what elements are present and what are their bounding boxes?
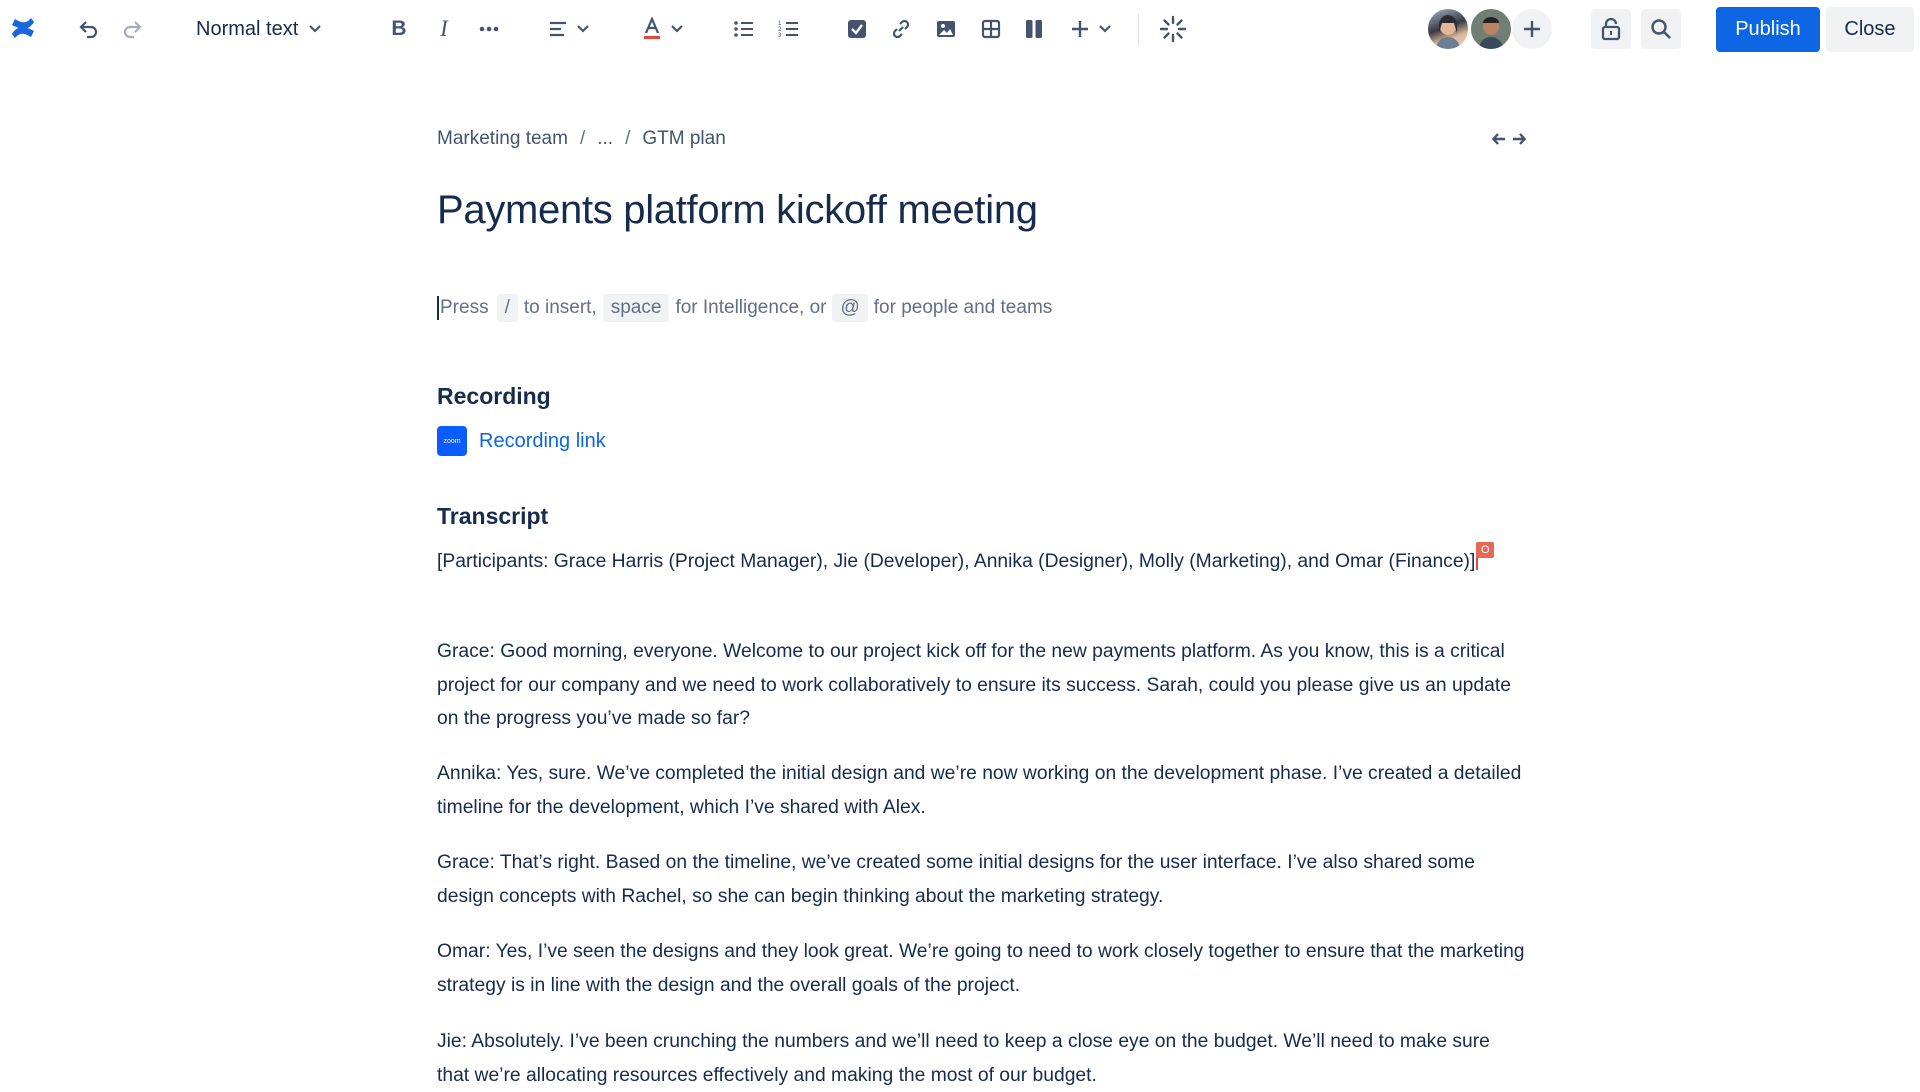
transcript-paragraph[interactable]: Grace: That’s right. Based on the timeli…: [437, 846, 1527, 913]
restrictions-button[interactable]: [1591, 9, 1631, 49]
action-item-icon[interactable]: [839, 11, 875, 47]
chevron-down-icon: [309, 25, 322, 33]
toolbar-divider: [1138, 14, 1139, 44]
at-key-hint: @: [832, 294, 868, 322]
insert-dropdown[interactable]: [1064, 11, 1118, 47]
table-icon[interactable]: [973, 11, 1009, 47]
expand-width-icon[interactable]: [1491, 131, 1527, 152]
text-style-dropdown[interactable]: Normal text: [188, 11, 330, 47]
transcript-paragraph[interactable]: Jie: Absolutely. I’ve been crunching the…: [437, 1025, 1527, 1092]
close-button[interactable]: Close: [1826, 7, 1914, 52]
alignment-dropdown[interactable]: [544, 11, 594, 47]
space-key-hint: space: [602, 294, 670, 322]
breadcrumb-item-collapsed[interactable]: ...: [597, 128, 613, 150]
text-style-label: Normal text: [196, 17, 299, 40]
link-icon[interactable]: [883, 11, 919, 47]
transcript-paragraph[interactable]: [Participants: Grace Harris (Project Man…: [437, 542, 1527, 579]
text-color-dropdown[interactable]: [638, 11, 688, 47]
ai-sparkle-icon[interactable]: [1155, 11, 1191, 47]
transcript-paragraph[interactable]: Grace: Good morning, everyone. Welcome t…: [437, 635, 1527, 736]
transcript-paragraph[interactable]: Annika: Yes, sure. We’ve completed the i…: [437, 757, 1527, 824]
more-formatting-icon[interactable]: [471, 11, 507, 47]
undo-icon[interactable]: [70, 11, 106, 47]
breadcrumb-item-marketing-team[interactable]: Marketing team: [437, 128, 568, 150]
page-title[interactable]: Payments platform kickoff meeting: [437, 188, 1038, 233]
recording-heading[interactable]: Recording: [437, 383, 551, 410]
layouts-icon[interactable]: [1016, 11, 1052, 47]
editor-toolbar: Normal text B I 123 Publish Close: [0, 0, 1920, 58]
transcript-heading[interactable]: Transcript: [437, 503, 548, 530]
search-icon: [1651, 19, 1671, 39]
align-left-icon: [550, 21, 566, 37]
collaborator-cursor: O: [1476, 542, 1495, 570]
search-button[interactable]: [1641, 9, 1681, 49]
confluence-logo-icon[interactable]: [8, 13, 38, 43]
breadcrumb: Marketing team / ... / GTM plan: [437, 128, 726, 150]
placeholder-text: for people and teams: [873, 297, 1053, 318]
text-color-icon: [644, 17, 660, 39]
collaborator-avatar[interactable]: [1426, 7, 1470, 51]
image-icon[interactable]: [928, 11, 964, 47]
plus-icon: [1072, 21, 1088, 37]
transcript-paragraph[interactable]: Omar: Yes, I’ve seen the designs and the…: [437, 935, 1527, 1002]
participants-text: [Participants: Grace Harris (Project Man…: [437, 551, 1476, 572]
collaborator-cursor-label: O: [1476, 542, 1495, 558]
bold-icon[interactable]: B: [381, 11, 417, 47]
chevron-down-icon: [1099, 25, 1111, 33]
chevron-down-icon: [671, 25, 683, 33]
redo-icon[interactable]: [115, 11, 151, 47]
invite-collaborator-button[interactable]: [1512, 9, 1552, 49]
breadcrumb-separator: /: [625, 128, 631, 149]
italic-icon[interactable]: I: [426, 11, 462, 47]
text-cursor: [437, 296, 439, 320]
breadcrumb-item-gtm-plan[interactable]: GTM plan: [642, 128, 725, 150]
placeholder-text: to insert,: [523, 297, 597, 318]
zoom-icon: zoom: [437, 426, 467, 456]
editor-placeholder[interactable]: Press / to insert, space for Intelligenc…: [437, 294, 1052, 322]
breadcrumb-separator: /: [579, 128, 586, 149]
plus-icon: [1524, 21, 1540, 37]
slash-key-hint: /: [496, 294, 518, 322]
collaborator-avatar[interactable]: [1469, 7, 1513, 51]
numbered-list-icon[interactable]: 123: [771, 11, 807, 47]
recording-link-card[interactable]: zoom Recording link: [437, 426, 606, 456]
chevron-down-icon: [577, 25, 589, 33]
recording-link[interactable]: Recording link: [479, 430, 606, 453]
bullet-list-icon[interactable]: [726, 11, 762, 47]
svg-text:3: 3: [778, 33, 782, 38]
unlock-icon: [1601, 17, 1621, 41]
placeholder-text: for Intelligence, or: [675, 297, 827, 318]
placeholder-text: Press: [440, 297, 489, 318]
publish-button[interactable]: Publish: [1716, 7, 1820, 52]
